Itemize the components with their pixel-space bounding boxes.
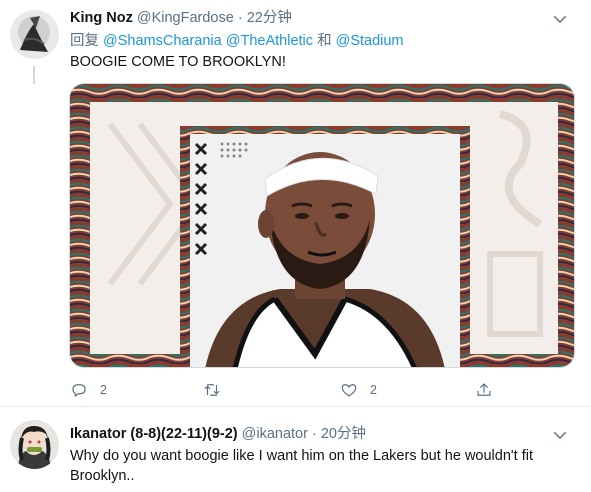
like-count: 2 [370, 383, 377, 397]
reply-conjunction: 和 [317, 33, 332, 49]
separator: · [311, 426, 317, 442]
timestamp[interactable]: 20分钟 [321, 426, 366, 442]
tweet-header: Ikanator (8-8)(22-11)(9-2) @ikanator · 2… [70, 425, 366, 443]
retweet-icon [204, 384, 220, 396]
avatar[interactable] [10, 10, 59, 59]
tweet-text: Why do you want boogie like I want him o… [70, 448, 534, 484]
chevron-down-icon [554, 16, 566, 23]
reply-button[interactable]: 2 [70, 378, 107, 402]
display-name[interactable]: Ikanator (8-8)(22-11)(9-2) [70, 426, 238, 442]
retweet-button[interactable] [203, 378, 233, 402]
reply-context: 回复 @ShamsCharania @TheAthletic 和 @Stadiu… [70, 31, 404, 51]
like-button[interactable]: 2 [340, 378, 377, 402]
tweet-reply[interactable]: Ikanator (8-8)(22-11)(9-2) @ikanator · 2… [0, 408, 591, 492]
mention-link[interactable]: @TheAthletic [226, 33, 313, 49]
mention-link[interactable]: @ShamsCharania [103, 33, 222, 49]
chevron-down-icon [554, 432, 566, 439]
reply-prefix: 回复 [70, 33, 99, 49]
thread-line [33, 66, 35, 84]
more-options-button[interactable] [551, 426, 569, 444]
reply-count: 2 [100, 383, 107, 397]
handle[interactable]: @KingFardose [137, 10, 234, 26]
tweet-header: King Noz @KingFardose · 22分钟 [70, 9, 292, 27]
display-name[interactable]: King Noz [70, 10, 133, 26]
mention-link[interactable]: @Stadium [336, 33, 404, 49]
separator: · [237, 10, 243, 26]
heart-icon [341, 384, 357, 397]
more-options-button[interactable] [551, 10, 569, 28]
avatar[interactable] [10, 420, 59, 469]
timestamp[interactable]: 22分钟 [247, 10, 292, 26]
tweet-text: BOOGIE COME TO BROOKLYN! [70, 54, 286, 70]
share-icon [477, 383, 491, 396]
handle[interactable]: @ikanator [242, 426, 308, 442]
tweet-image[interactable] [69, 83, 575, 368]
share-button[interactable] [475, 378, 493, 402]
tweet-main[interactable]: King Noz @KingFardose · 22分钟 回复 @ShamsCh… [0, 0, 591, 407]
comment-icon [72, 384, 86, 397]
tweet-actions: 2 2 [70, 378, 500, 402]
